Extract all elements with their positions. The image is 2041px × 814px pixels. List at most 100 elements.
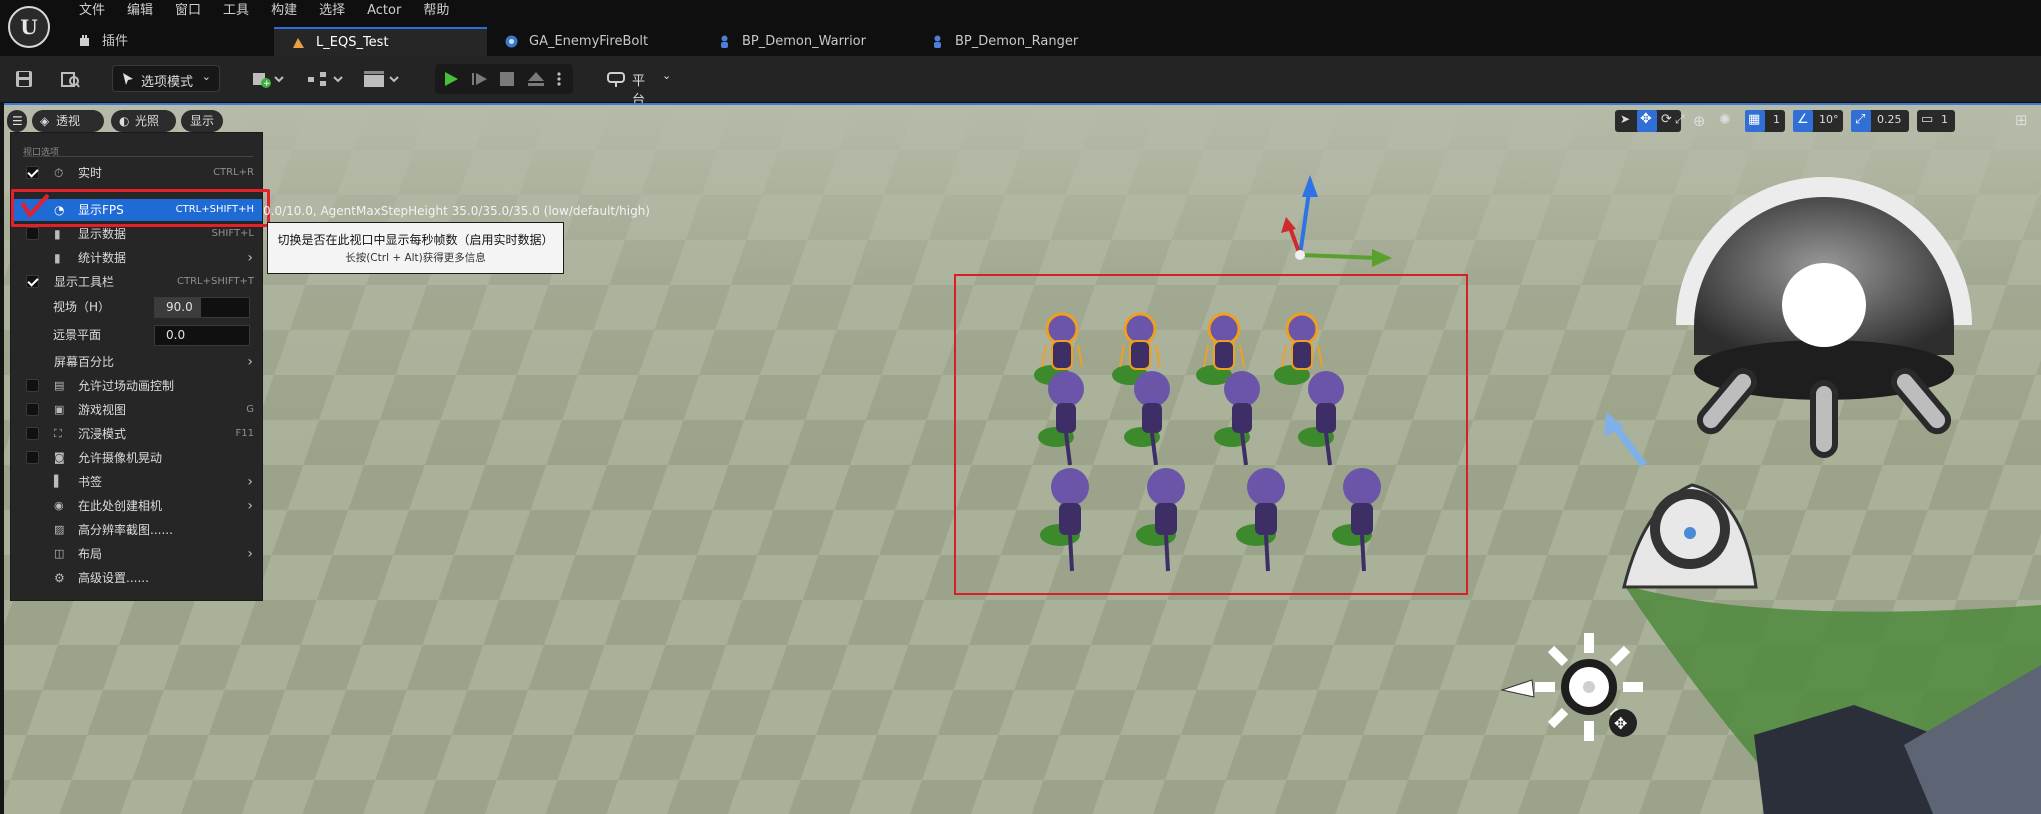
title-bar: U 文件 编辑 窗口 工具 构建 选择 Actor 帮助 插件 L_EQS_Te… (0, 0, 2041, 56)
menu-item-label: 统计数据 (78, 251, 127, 265)
step-icon[interactable] (471, 71, 489, 87)
cinematics-icon[interactable] (362, 69, 400, 89)
menu-item-label: 实时 (78, 166, 103, 180)
tab-label: GA_EnemyFireBolt (529, 34, 649, 49)
platform-icon (607, 72, 625, 87)
surface-snap-icon[interactable]: ✺ (1719, 112, 1731, 128)
eject-icon[interactable] (527, 71, 545, 87)
checkbox[interactable] (26, 275, 39, 288)
menu-item-label: 游戏视图 (78, 403, 127, 417)
menu-help[interactable]: 帮助 (412, 0, 460, 22)
checkbox[interactable] (26, 427, 39, 440)
checkbox[interactable] (26, 403, 39, 416)
select-arrow-icon[interactable]: ➤ (1620, 112, 1630, 126)
tooltip-hint: 长按(Ctrl + Alt)获得更多信息 (345, 252, 486, 264)
chevron-down-icon: ⌄ (201, 70, 211, 83)
scale-snap-icon: ⤢ (1851, 110, 1871, 132)
menu-item-fov: 视场（H） 90.0 (11, 296, 262, 318)
checkbox[interactable] (26, 451, 39, 464)
add-content-icon[interactable]: + (251, 69, 285, 89)
camera-shake-icon: ◙ (54, 451, 65, 464)
translate-icon[interactable]: ✥ (1637, 110, 1657, 132)
tab-label: BP_Demon_Ranger (955, 34, 1079, 49)
play-icon[interactable] (443, 71, 459, 87)
menu-item-allow-cinematic-control[interactable]: ▤ 允许过场动画控制 (11, 375, 262, 397)
chevron-right-icon: › (247, 498, 253, 514)
menu-item-label: 布局 (78, 547, 103, 561)
tab-label: BP_Demon_Warrior (742, 34, 866, 49)
viewport-stat-text: 0.0/10.0, AgentMaxStepHeight 35.0/35.0/3… (263, 204, 650, 218)
transform-gizmo (1281, 175, 1392, 267)
chevron-down-icon: ⌄ (662, 69, 672, 82)
menu-item-bookmarks[interactable]: ▌ 书签 › (11, 471, 262, 493)
far-plane-input[interactable]: 0.0 (154, 325, 250, 346)
menu-item-game-view[interactable]: ▣ 游戏视图 G (11, 399, 262, 421)
rotate-icon[interactable]: ⟳ (1661, 112, 1672, 127)
menu-item-high-res-screenshot[interactable]: ▨ 高分辨率截图...... (11, 519, 262, 541)
tab-plugins[interactable]: 插件 (60, 27, 274, 56)
scale-snap-value: 0.25 (1877, 113, 1902, 126)
tab-ga-enemyfirebolt[interactable]: GA_EnemyFireBolt (487, 27, 700, 56)
menu-item-screen-percentage[interactable]: 屏幕百分比 › (11, 351, 262, 373)
fov-input[interactable]: 90.0 (154, 297, 250, 318)
save-icon[interactable] (14, 69, 34, 89)
tab-level[interactable]: L_EQS_Test (274, 27, 487, 56)
checkbox[interactable] (26, 166, 39, 179)
menu-item-label: 高级设置...... (78, 571, 149, 585)
menu-item-show-toolbar[interactable]: 显示工具栏 CTRL+SHIFT+T (11, 271, 262, 293)
chevron-right-icon: › (247, 354, 253, 370)
menu-item-label: 书签 (78, 475, 103, 489)
grid-snap-toggle[interactable]: ▦ 1 (1745, 110, 1785, 132)
world-space-icon[interactable]: ⊕ (1693, 112, 1706, 130)
menu-window[interactable]: 窗口 (164, 0, 212, 22)
clapperboard-icon: ▤ (54, 379, 65, 392)
bar-chart-icon: ▮ (54, 251, 61, 265)
menu-item-immersive-mode[interactable]: ⛶ 沉浸模式 F11 (11, 423, 262, 445)
menu-build[interactable]: 构建 (260, 0, 308, 22)
menu-item-label: 高分辨率截图...... (78, 523, 173, 537)
mode-select-dropdown[interactable]: 选项模式 ⌄ (112, 65, 220, 92)
shortcut: F11 (235, 428, 254, 439)
menu-item-stat[interactable]: ▮ 统计数据 › (11, 247, 262, 269)
camera-speed-value: 1 (1941, 113, 1948, 126)
menu-file[interactable]: 文件 (68, 0, 116, 22)
menu-item-label: 远景平面 (53, 328, 102, 342)
angle-icon: ∠ (1793, 110, 1813, 132)
bookmark-icon: ▌ (54, 475, 63, 488)
menu-item-advanced-settings[interactable]: ⚙ 高级设置...... (11, 567, 262, 589)
stop-icon[interactable] (500, 72, 514, 86)
menu-item-layouts[interactable]: ◫ 布局 › (11, 543, 262, 565)
menu-item-camera-shake[interactable]: ◙ 允许摄像机晃动 (11, 447, 262, 469)
unreal-logo-icon[interactable]: U (8, 6, 50, 48)
directional-light-icon (1604, 412, 1758, 589)
menu-item-realtime[interactable]: ⏱ 实时 CTRL+R (11, 162, 262, 184)
menu-edit[interactable]: 编辑 (116, 0, 164, 22)
menu-actor[interactable]: Actor (356, 0, 412, 22)
blueprint-icon (505, 35, 518, 48)
maximize-viewport-icon[interactable]: ⊞ (2015, 111, 2028, 129)
camera-icon: ◉ (54, 499, 64, 512)
tab-bp-demon-warrior[interactable]: BP_Demon_Warrior (700, 27, 913, 56)
tooltip: 切换是否在此视口中显示每秒帧数（启用实时数据） 长按(Ctrl + Alt)获得… (267, 222, 564, 274)
menu-tools[interactable]: 工具 (212, 0, 260, 22)
blueprint-menu-icon[interactable] (306, 69, 344, 89)
more-options-icon[interactable] (555, 71, 563, 87)
rotation-snap-toggle[interactable]: ∠ 10° (1793, 110, 1843, 132)
checkbox[interactable] (26, 227, 39, 240)
scale-snap-toggle[interactable]: ⤢ 0.25 (1851, 110, 1909, 132)
tab-bp-demon-ranger[interactable]: BP_Demon_Ranger (913, 27, 1126, 56)
scale-icon[interactable]: ⤢ (1675, 112, 1685, 127)
svg-text:✥: ✥ (1614, 714, 1627, 733)
character-blueprint-icon (721, 35, 728, 48)
content-browser-icon[interactable] (60, 69, 80, 89)
game-view-icon: ▣ (54, 403, 65, 416)
menu-select[interactable]: 选择 (308, 0, 356, 22)
menu-item-create-camera[interactable]: ◉ 在此处创建相机 › (11, 495, 262, 517)
character-blueprint-icon (934, 35, 941, 48)
camera-speed-button[interactable]: ▭ 1 (1917, 110, 1955, 132)
checkbox[interactable] (26, 379, 39, 392)
menu-item-label: 允许摄像机晃动 (78, 451, 163, 465)
mode-select-label: 选项模式 (141, 75, 194, 90)
divider (23, 156, 253, 157)
viewport-transform-tools: ➤ ✥ ⟳ ⤢ ⊕ ✺ ▦ 1 ∠ 10° ⤢ 0.25 ▭ 1 ⊞ (1615, 110, 2035, 134)
